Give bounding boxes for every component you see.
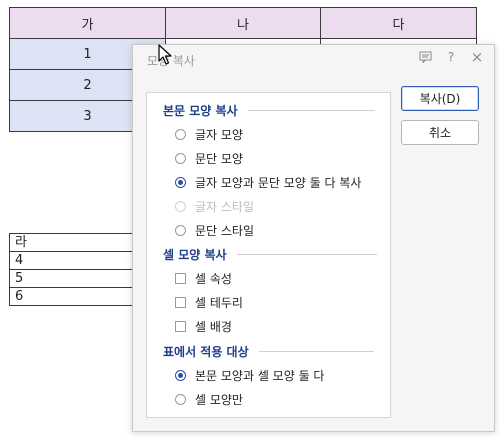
- radio-both-shapes[interactable]: 글자 모양과 문단 모양 둘 다 복사: [175, 174, 361, 190]
- option-label: 본문 모양과 셀 모양 둘 다: [195, 368, 325, 383]
- divider: [236, 254, 377, 255]
- option-label: 셀 모양만: [195, 392, 243, 407]
- section-apply-target: 표에서 적용 대상: [163, 343, 374, 360]
- section-cell-copy: 셀 모양 복사: [163, 246, 377, 263]
- option-label: 글자 모양: [195, 127, 243, 142]
- divider: [258, 351, 374, 352]
- section-title: 셀 모양 복사: [163, 248, 227, 262]
- option-label: 글자 모양과 문단 모양 둘 다 복사: [195, 175, 362, 190]
- divider: [247, 110, 375, 111]
- table-header-cell[interactable]: 나: [165, 7, 321, 39]
- option-label: 문단 모양: [195, 151, 243, 166]
- comment-icon[interactable]: [418, 50, 432, 64]
- radio-apply-cell-only[interactable]: 셀 모양만: [175, 391, 243, 407]
- option-label: 셀 테두리: [195, 295, 243, 310]
- option-label: 글자 스타일: [195, 199, 255, 214]
- radio-button[interactable]: [175, 152, 186, 164]
- radio-char-shape[interactable]: 글자 모양: [175, 126, 243, 142]
- table-header-row: 가 나 다: [9, 7, 477, 39]
- checkbox[interactable]: [175, 296, 186, 308]
- help-icon[interactable]: ?: [444, 50, 458, 64]
- radio-button[interactable]: [175, 224, 186, 236]
- radio-button[interactable]: [175, 393, 186, 405]
- radio-char-style: 글자 스타일: [175, 198, 254, 214]
- checkbox-cell-bg[interactable]: 셀 배경: [175, 318, 232, 334]
- radio-para-shape[interactable]: 문단 모양: [175, 150, 243, 166]
- option-label: 셀 속성: [195, 271, 232, 286]
- dialog-title-buttons: ? ×: [418, 48, 484, 66]
- table-header-cell[interactable]: 다: [320, 7, 477, 39]
- checkbox-cell-border[interactable]: 셀 테두리: [175, 294, 243, 310]
- option-label: 문단 스타일: [195, 223, 255, 238]
- section-title: 본문 모양 복사: [163, 104, 238, 118]
- copy-format-dialog: 모양 복사 ? × 본문 모양 복사 글자 모양 문단 모양 글자 모양과 문단…: [132, 44, 495, 432]
- section-title: 표에서 적용 대상: [163, 345, 249, 359]
- copy-button[interactable]: 복사(D): [401, 86, 479, 111]
- radio-button-selected[interactable]: [175, 369, 186, 381]
- radio-button-selected[interactable]: [175, 176, 186, 188]
- radio-button-disabled: [175, 200, 186, 212]
- options-panel: 본문 모양 복사 글자 모양 문단 모양 글자 모양과 문단 모양 둘 다 복사…: [146, 92, 391, 418]
- checkbox[interactable]: [175, 320, 186, 332]
- mouse-cursor-icon: [158, 44, 172, 65]
- section-body-copy: 본문 모양 복사: [163, 102, 375, 119]
- checkbox-cell-props[interactable]: 셀 속성: [175, 270, 232, 286]
- radio-button[interactable]: [175, 128, 186, 140]
- cancel-button[interactable]: 취소: [401, 120, 479, 145]
- checkbox[interactable]: [175, 272, 186, 284]
- option-label: 셀 배경: [195, 319, 232, 334]
- close-icon[interactable]: ×: [470, 48, 484, 66]
- table-header-cell[interactable]: 가: [9, 7, 166, 39]
- radio-apply-both[interactable]: 본문 모양과 셀 모양 둘 다: [175, 367, 324, 383]
- radio-para-style[interactable]: 문단 스타일: [175, 222, 254, 238]
